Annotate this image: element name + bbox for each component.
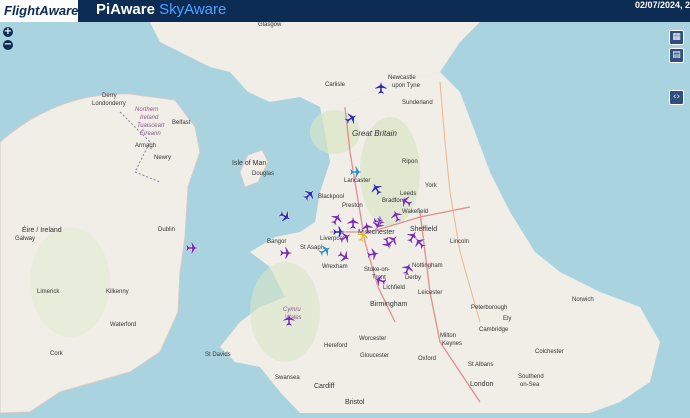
label-ely: Ely bbox=[503, 316, 511, 322]
label-southend: Southend bbox=[518, 374, 544, 380]
label-lichfield: Lichfield bbox=[383, 285, 405, 291]
label-peterborough: Peterborough bbox=[471, 305, 507, 311]
expand-panel-button[interactable]: ‹› bbox=[669, 90, 684, 105]
label-lincoln: Lincoln bbox=[450, 239, 469, 245]
label-newcastle: Newcastle bbox=[388, 75, 416, 81]
label-wakefield: Wakefield bbox=[402, 209, 428, 215]
label-on-sea: on-Sea bbox=[520, 382, 540, 388]
label-ireland-ni: Ireland bbox=[140, 115, 159, 121]
label-gloucester: Gloucester bbox=[360, 353, 389, 359]
label-bangor: Bangor bbox=[267, 239, 286, 245]
grid-view-button[interactable]: ▤ bbox=[669, 48, 684, 63]
label-cymru: Cymru bbox=[283, 307, 301, 313]
label-waterford: Waterford bbox=[110, 322, 136, 328]
label-cardiff: Cardiff bbox=[314, 383, 335, 390]
label-leicester: Leicester bbox=[418, 290, 442, 296]
label-galway: Galway bbox=[15, 236, 35, 242]
label-dublin: Dublin bbox=[158, 227, 175, 233]
label-st-asaph: St Asaph bbox=[300, 245, 324, 251]
label-isle-of-man: Isle of Man bbox=[232, 160, 266, 167]
label-carlisle: Carlisle bbox=[325, 82, 346, 88]
label-stoke: Stoke-on- bbox=[364, 267, 390, 273]
label-great-britain: Great Britain bbox=[352, 129, 397, 138]
label-newry: Newry bbox=[154, 155, 171, 161]
label-st-davids: St Davids bbox=[205, 352, 231, 358]
map-icon: ▦ bbox=[672, 32, 681, 42]
grid-icon: ▤ bbox=[672, 50, 681, 60]
label-hereford: Hereford bbox=[324, 343, 347, 349]
label-douglas: Douglas bbox=[252, 171, 274, 177]
map-svg[interactable]: Glasgow Newcastle upon Tyne Carlisle Sun… bbox=[0, 22, 690, 414]
label-eire: Éire / Ireland bbox=[22, 225, 62, 234]
label-swansea: Swansea bbox=[275, 375, 300, 381]
label-cork: Cork bbox=[50, 351, 64, 357]
label-limerick: Limerick bbox=[37, 289, 60, 295]
label-tuaisceart: Tuaisceart bbox=[137, 123, 165, 129]
label-milton: Milton bbox=[440, 333, 456, 339]
clock-datetime: 02/07/2024, 2 bbox=[634, 0, 690, 10]
upland-ireland bbox=[30, 227, 110, 337]
label-oxford: Oxford bbox=[418, 356, 436, 362]
map-layers-button[interactable]: ▦ bbox=[669, 30, 684, 45]
label-belfast: Belfast bbox=[172, 120, 191, 126]
label-blackpool: Blackpool bbox=[318, 194, 344, 200]
label-northern-ireland: Northern bbox=[135, 107, 159, 113]
label-ripon: Ripon bbox=[402, 159, 418, 165]
label-lancaster: Lancaster bbox=[344, 178, 370, 184]
label-norwich: Norwich bbox=[572, 297, 594, 303]
label-york: York bbox=[425, 183, 438, 189]
label-sunderland: Sunderland bbox=[402, 100, 433, 106]
label-wrexham: Wrexham bbox=[322, 264, 348, 270]
label-glasgow: Glasgow bbox=[258, 22, 282, 28]
label-nottingham: Nottingham bbox=[412, 263, 443, 269]
app-title-skyaware: SkyAware bbox=[159, 1, 227, 18]
top-bar: FlightAware PiAware SkyAware 02/07/2024,… bbox=[0, 0, 690, 22]
label-kilkenny: Kilkenny bbox=[106, 289, 129, 295]
label-bristol: Bristol bbox=[345, 399, 365, 406]
label-worcester: Worcester bbox=[359, 336, 386, 342]
label-colchester: Colchester bbox=[535, 349, 564, 355]
label-sheffield: Sheffield bbox=[410, 226, 437, 233]
app-title: PiAware SkyAware bbox=[96, 1, 226, 18]
label-birmingham: Birmingham bbox=[370, 301, 408, 308]
label-derry: Derry bbox=[102, 93, 117, 99]
label-st-albans: St Albans bbox=[468, 362, 493, 368]
label-keynes: Keynes bbox=[442, 341, 462, 347]
expand-arrows-icon: ‹› bbox=[672, 92, 681, 102]
zoom-out-button[interactable]: − bbox=[3, 40, 13, 50]
label-upon-tyne: upon Tyne bbox=[392, 83, 421, 89]
app-title-piaware: PiAware bbox=[96, 1, 155, 18]
label-leeds: Leeds bbox=[400, 191, 416, 197]
map-canvas[interactable]: Glasgow Newcastle upon Tyne Carlisle Sun… bbox=[0, 22, 690, 414]
label-londonderry: Londonderry bbox=[92, 101, 126, 107]
label-eireann: Éireann bbox=[140, 130, 161, 137]
label-london: London bbox=[470, 381, 493, 388]
label-armagh: Armagh bbox=[135, 143, 156, 149]
flightaware-logo[interactable]: FlightAware bbox=[0, 0, 78, 22]
label-derby: Derby bbox=[405, 275, 421, 281]
label-cambridge: Cambridge bbox=[479, 327, 509, 333]
zoom-in-button[interactable]: + bbox=[3, 27, 13, 37]
label-preston: Preston bbox=[342, 203, 363, 209]
